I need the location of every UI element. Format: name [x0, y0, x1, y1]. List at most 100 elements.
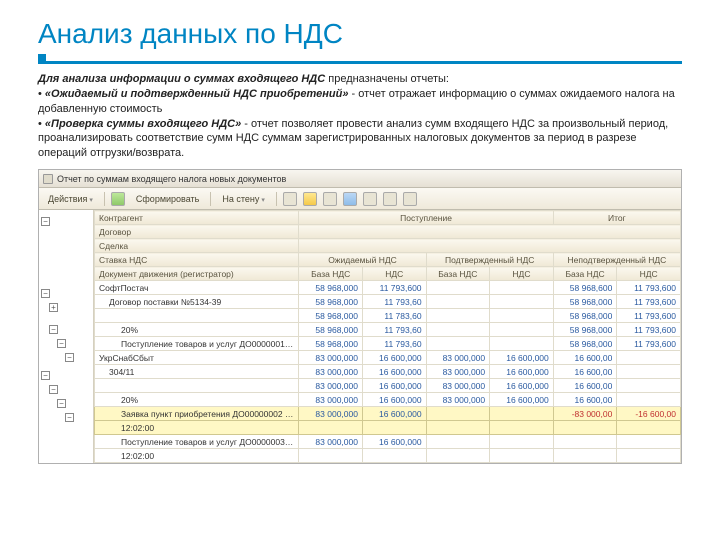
- col-movedoc[interactable]: Документ движения (регистратор): [95, 267, 299, 281]
- cell-value[interactable]: [490, 337, 554, 351]
- col-base[interactable]: База НДС: [299, 267, 363, 281]
- collapse-icon[interactable]: −: [49, 325, 58, 334]
- cell-value[interactable]: [490, 407, 554, 421]
- cell-value[interactable]: 16 600,000: [362, 435, 426, 449]
- cell-value[interactable]: 83 000,000: [426, 365, 490, 379]
- cell-value[interactable]: [426, 435, 490, 449]
- collapse-icon[interactable]: −: [57, 339, 66, 348]
- table-row[interactable]: СофтПостач58 968,00011 793,60058 968,600…: [95, 281, 681, 295]
- cell-value[interactable]: 16 600,000: [362, 379, 426, 393]
- table-row[interactable]: 304/1183 000,00016 600,00083 000,00016 6…: [95, 365, 681, 379]
- row-label[interactable]: Поступление товаров и услуг ДО0000001 от…: [95, 337, 299, 351]
- table-row[interactable]: Поступление товаров и услуг ДО0000001 от…: [95, 337, 681, 351]
- actions-menu[interactable]: Действия: [43, 192, 98, 206]
- col-confirmed[interactable]: Подтвержденный НДС: [426, 253, 553, 267]
- form-button[interactable]: Сформировать: [131, 192, 204, 206]
- cell-value[interactable]: -83 000,00: [553, 407, 617, 421]
- cell-value[interactable]: [617, 421, 681, 435]
- cell-value[interactable]: 16 600,00: [553, 365, 617, 379]
- cell-value[interactable]: 58 968,000: [553, 295, 617, 309]
- col-contract[interactable]: Договор: [95, 225, 299, 239]
- cell-value[interactable]: [617, 365, 681, 379]
- row-label[interactable]: 20%: [95, 393, 299, 407]
- cell-value[interactable]: [617, 435, 681, 449]
- cell-value[interactable]: [299, 421, 363, 435]
- cell-value[interactable]: 83 000,000: [299, 351, 363, 365]
- cell-value[interactable]: [426, 295, 490, 309]
- cell-value[interactable]: 11 793,600: [617, 295, 681, 309]
- cell-value[interactable]: [490, 281, 554, 295]
- cell-value[interactable]: 83 000,000: [299, 393, 363, 407]
- row-label[interactable]: Поступление товаров и услуг ДО0000003 от…: [95, 435, 299, 449]
- cell-value[interactable]: 11 793,600: [617, 323, 681, 337]
- cell-value[interactable]: [490, 435, 554, 449]
- row-label[interactable]: Заявка пункт приобретения ДО00000002 от …: [95, 407, 299, 421]
- col-counterparty[interactable]: Контрагент: [95, 211, 299, 225]
- cell-value[interactable]: 58 968,600: [553, 281, 617, 295]
- cell-value[interactable]: 16 600,000: [490, 379, 554, 393]
- cell-value[interactable]: 16 600,000: [490, 351, 554, 365]
- table-row[interactable]: Договор поставки №5134-3958 968,00011 79…: [95, 295, 681, 309]
- cell-value[interactable]: [362, 449, 426, 463]
- cell-value[interactable]: 83 000,000: [426, 393, 490, 407]
- collapse-icon[interactable]: −: [41, 371, 50, 380]
- cell-value[interactable]: [553, 421, 617, 435]
- collapse-icon[interactable]: −: [57, 399, 66, 408]
- row-label[interactable]: [95, 379, 299, 393]
- cell-value[interactable]: 16 600,000: [490, 393, 554, 407]
- cell-value[interactable]: [426, 323, 490, 337]
- cell-value[interactable]: 16 600,000: [362, 351, 426, 365]
- cell-value[interactable]: 11 793,600: [362, 281, 426, 295]
- table-row[interactable]: 20%83 000,00016 600,00083 000,00016 600,…: [95, 393, 681, 407]
- cell-value[interactable]: 11 793,600: [617, 281, 681, 295]
- table-row[interactable]: Поступление товаров и услуг ДО0000003 от…: [95, 435, 681, 449]
- cell-value[interactable]: [490, 449, 554, 463]
- cell-value[interactable]: [617, 379, 681, 393]
- table-row[interactable]: 58 968,00011 783,6058 968,00011 793,600: [95, 309, 681, 323]
- collapse-icon[interactable]: −: [49, 385, 58, 394]
- table-row[interactable]: УкрСнабСбыт83 000,00016 600,00083 000,00…: [95, 351, 681, 365]
- cell-value[interactable]: 83 000,000: [426, 351, 490, 365]
- col-unconfirmed[interactable]: Неподтвержденный НДС: [553, 253, 680, 267]
- col-expected[interactable]: Ожидаемый НДС: [299, 253, 426, 267]
- table-row[interactable]: 12:02:00: [95, 421, 681, 435]
- cell-value[interactable]: 58 968,000: [299, 323, 363, 337]
- row-label[interactable]: СофтПостач: [95, 281, 299, 295]
- col-receipt[interactable]: Поступление: [299, 211, 553, 225]
- collapse-icon[interactable]: −: [41, 217, 50, 226]
- outline-tree[interactable]: − − + − − − − − − −: [39, 210, 94, 463]
- row-label[interactable]: 20%: [95, 323, 299, 337]
- cell-value[interactable]: 11 793,60: [362, 295, 426, 309]
- col-vat[interactable]: НДС: [617, 267, 681, 281]
- cell-value[interactable]: 83 000,000: [299, 407, 363, 421]
- table-row[interactable]: Заявка пункт приобретения ДО00000002 от …: [95, 407, 681, 421]
- wall-menu[interactable]: На стену: [217, 192, 269, 206]
- col-total[interactable]: Итог: [553, 211, 680, 225]
- cell-value[interactable]: 58 968,000: [299, 295, 363, 309]
- cell-value[interactable]: [490, 421, 554, 435]
- row-label[interactable]: УкрСнабСбыт: [95, 351, 299, 365]
- cell-value[interactable]: [553, 435, 617, 449]
- cell-value[interactable]: [426, 281, 490, 295]
- cell-value[interactable]: 11 793,600: [617, 337, 681, 351]
- row-label[interactable]: 12:02:00: [95, 449, 299, 463]
- cell-value[interactable]: 83 000,000: [299, 435, 363, 449]
- cell-value[interactable]: 16 600,000: [362, 393, 426, 407]
- cell-value[interactable]: 58 968,000: [299, 337, 363, 351]
- cell-value[interactable]: 58 968,000: [553, 309, 617, 323]
- cell-value[interactable]: 16 600,000: [490, 365, 554, 379]
- cell-value[interactable]: 83 000,000: [426, 379, 490, 393]
- cell-value[interactable]: 16 600,00: [553, 379, 617, 393]
- cell-value[interactable]: [490, 323, 554, 337]
- cell-value[interactable]: 16 600,000: [362, 365, 426, 379]
- col-vat[interactable]: НДС: [490, 267, 554, 281]
- cell-value[interactable]: [426, 407, 490, 421]
- col-base[interactable]: База НДС: [553, 267, 617, 281]
- columns-icon[interactable]: [323, 192, 337, 206]
- cell-value[interactable]: [426, 449, 490, 463]
- play-icon[interactable]: [111, 192, 125, 206]
- cell-value[interactable]: 16 600,000: [362, 407, 426, 421]
- cell-value[interactable]: [490, 309, 554, 323]
- cell-value[interactable]: [553, 449, 617, 463]
- cell-value[interactable]: [617, 449, 681, 463]
